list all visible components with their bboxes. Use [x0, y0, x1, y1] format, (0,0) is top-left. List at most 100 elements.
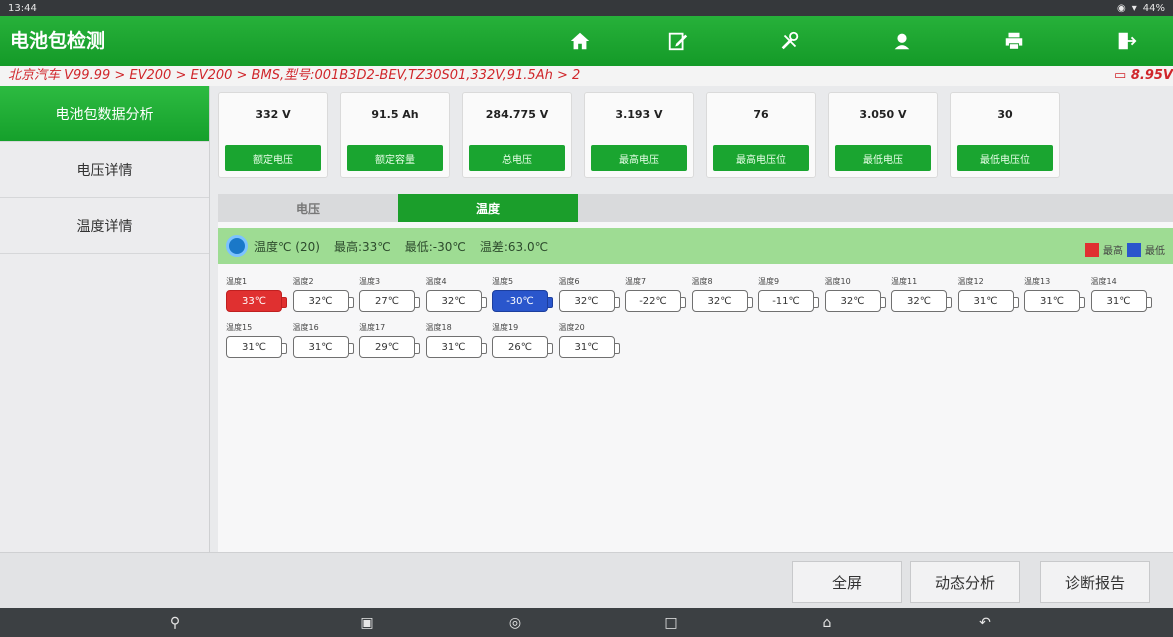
sidebar-item-voltage-detail[interactable]: 电压详情 [0, 142, 209, 198]
cell-battery-value: 31℃ [425, 336, 487, 358]
vehicle-battery-voltage: ▭ 8.95V [1114, 66, 1173, 86]
bottom-action-bar: 全屏 动态分析 诊断报告 [0, 552, 1173, 608]
card-max-voltage-position: 76 最高电压位 [706, 92, 816, 178]
app-title: 电池包检测 [10, 30, 106, 52]
home-button[interactable] [556, 24, 604, 58]
legend-high-label: 最高 [1103, 246, 1123, 257]
cell-label: 温度5 [492, 277, 514, 286]
cell-label: 温度9 [758, 277, 780, 286]
card-label: 最低电压 [835, 145, 931, 171]
card-label: 最高电压 [591, 145, 687, 171]
cell-label: 温度16 [292, 323, 319, 332]
tab-bar: 电压 温度 [218, 194, 1173, 222]
cell-label: 温度18 [425, 323, 452, 332]
card-label: 最低电压位 [957, 145, 1053, 171]
cell-label: 温度3 [359, 277, 381, 286]
diagnostic-report-button[interactable]: 诊断报告 [1040, 561, 1150, 603]
temperature-cell: 温度2 32℃ [292, 276, 359, 316]
dynamic-analysis-button[interactable]: 动态分析 [910, 561, 1020, 603]
cell-battery-value: -30℃ [492, 290, 553, 312]
exit-icon [1118, 32, 1137, 50]
cell-label: 温度6 [558, 277, 580, 286]
home-icon [570, 32, 590, 50]
status-time: 13:44 [8, 2, 37, 14]
sidebar-item-temperature-detail[interactable]: 温度详情 [0, 198, 209, 254]
temperature-cell: 温度4 32℃ [425, 276, 492, 316]
card-value: 284.775 V [485, 108, 549, 121]
edit-button[interactable] [654, 24, 702, 58]
cell-battery-value: 31℃ [1090, 290, 1152, 312]
exit-button[interactable] [1102, 24, 1150, 58]
wifi-icon: ▾ [1131, 2, 1137, 14]
cell-battery-value: 32℃ [425, 290, 487, 312]
cell-battery-value: 31℃ [292, 336, 354, 358]
edit-icon [668, 32, 688, 51]
card-max-voltage: 3.193 V 最高电压 [584, 92, 694, 178]
cell-battery-value: 32℃ [891, 290, 952, 312]
summary-cards: 332 V 额定电压 91.5 Ah 额定容量 284.775 V 总电压 3.… [218, 92, 1173, 180]
temperature-diff: 温差:63.0℃ [479, 239, 549, 254]
min-temperature: 最低:-30℃ [404, 239, 466, 254]
cell-battery-value: 26℃ [492, 336, 553, 358]
cell-label: 温度8 [691, 277, 713, 286]
sidebar-item-pack-analysis[interactable]: 电池包数据分析 [0, 86, 209, 142]
battery-voltage-value: 8.95V [1130, 68, 1173, 83]
card-value: 332 V [255, 108, 291, 121]
legend-low-swatch [1127, 242, 1141, 257]
cell-label: 温度10 [824, 277, 851, 286]
card-value: 30 [997, 108, 1013, 121]
breadcrumb: 北京汽车 V99.99 > EV200 > EV200 > BMS,型号:001… [0, 66, 1173, 86]
sidebar: 电池包数据分析 电压详情 温度详情 [0, 86, 210, 578]
status-battery: 44% [1142, 2, 1165, 14]
card-label: 总电压 [469, 145, 565, 171]
home-nav-icon[interactable]: ⌂ [818, 614, 836, 632]
fullscreen-button[interactable]: 全屏 [792, 561, 902, 603]
legend-low-label: 最低 [1145, 246, 1165, 257]
card-min-voltage-position: 30 最低电压位 [950, 92, 1060, 178]
search-icon[interactable]: ⚲ [166, 614, 184, 632]
tools-button[interactable] [766, 24, 814, 58]
sensor-count: 温度℃ (20) [254, 239, 320, 254]
cell-battery-value: 27℃ [359, 290, 420, 312]
tab-voltage[interactable]: 电压 [218, 194, 398, 222]
back-icon[interactable]: ↶ [976, 614, 994, 632]
card-label: 最高电压位 [713, 145, 809, 171]
cell-label: 温度2 [292, 277, 314, 286]
print-icon [1005, 32, 1023, 50]
recent-apps-icon[interactable]: □ [662, 614, 680, 632]
tools-icon [781, 31, 799, 50]
cell-battery-value: 31℃ [226, 336, 287, 358]
cell-label: 温度20 [558, 323, 585, 332]
cell-label: 温度4 [425, 277, 447, 286]
cell-battery-value: 32℃ [691, 290, 753, 312]
temperature-cell: 温度5 -30℃ [492, 276, 558, 316]
cell-battery-value: -11℃ [758, 290, 819, 312]
database-icon [226, 235, 248, 257]
print-button[interactable] [990, 24, 1038, 58]
temperature-cell: 温度7 -22℃ [625, 276, 691, 316]
card-label: 额定容量 [347, 145, 443, 171]
card-rated-capacity: 91.5 Ah 额定容量 [340, 92, 450, 178]
card-value: 3.193 V [615, 108, 663, 121]
temperature-panel: 温度℃ (20) 最高:33℃ 最低:-30℃ 温差:63.0℃ 最高 最低 温… [218, 222, 1173, 552]
cell-battery-value: 29℃ [359, 336, 420, 358]
cell-battery-value: 32℃ [292, 290, 354, 312]
legend: 最高 最低 [1085, 242, 1165, 257]
tab-temperature[interactable]: 温度 [398, 194, 578, 222]
cell-label: 温度7 [625, 277, 647, 286]
cell-label: 温度17 [359, 323, 386, 332]
temperature-cell: 温度12 31℃ [957, 276, 1024, 316]
status-right: ◉ ▾ 44% [1117, 3, 1165, 14]
temperature-cell: 温度18 31℃ [425, 322, 492, 362]
support-button[interactable] [878, 24, 926, 58]
temperature-cell: 温度16 31℃ [292, 322, 359, 362]
cell-label: 温度14 [1090, 277, 1117, 286]
screenshot-icon[interactable]: ▣ [358, 614, 376, 632]
vci-icon[interactable]: ◎ [506, 614, 524, 632]
cell-label: 温度13 [1024, 277, 1051, 286]
cell-label: 温度12 [957, 277, 984, 286]
temperature-cell: 温度8 32℃ [691, 276, 758, 316]
max-temperature: 最高:33℃ [333, 239, 391, 254]
temperature-cell: 温度9 -11℃ [758, 276, 824, 316]
cell-battery-value: 31℃ [558, 336, 620, 358]
